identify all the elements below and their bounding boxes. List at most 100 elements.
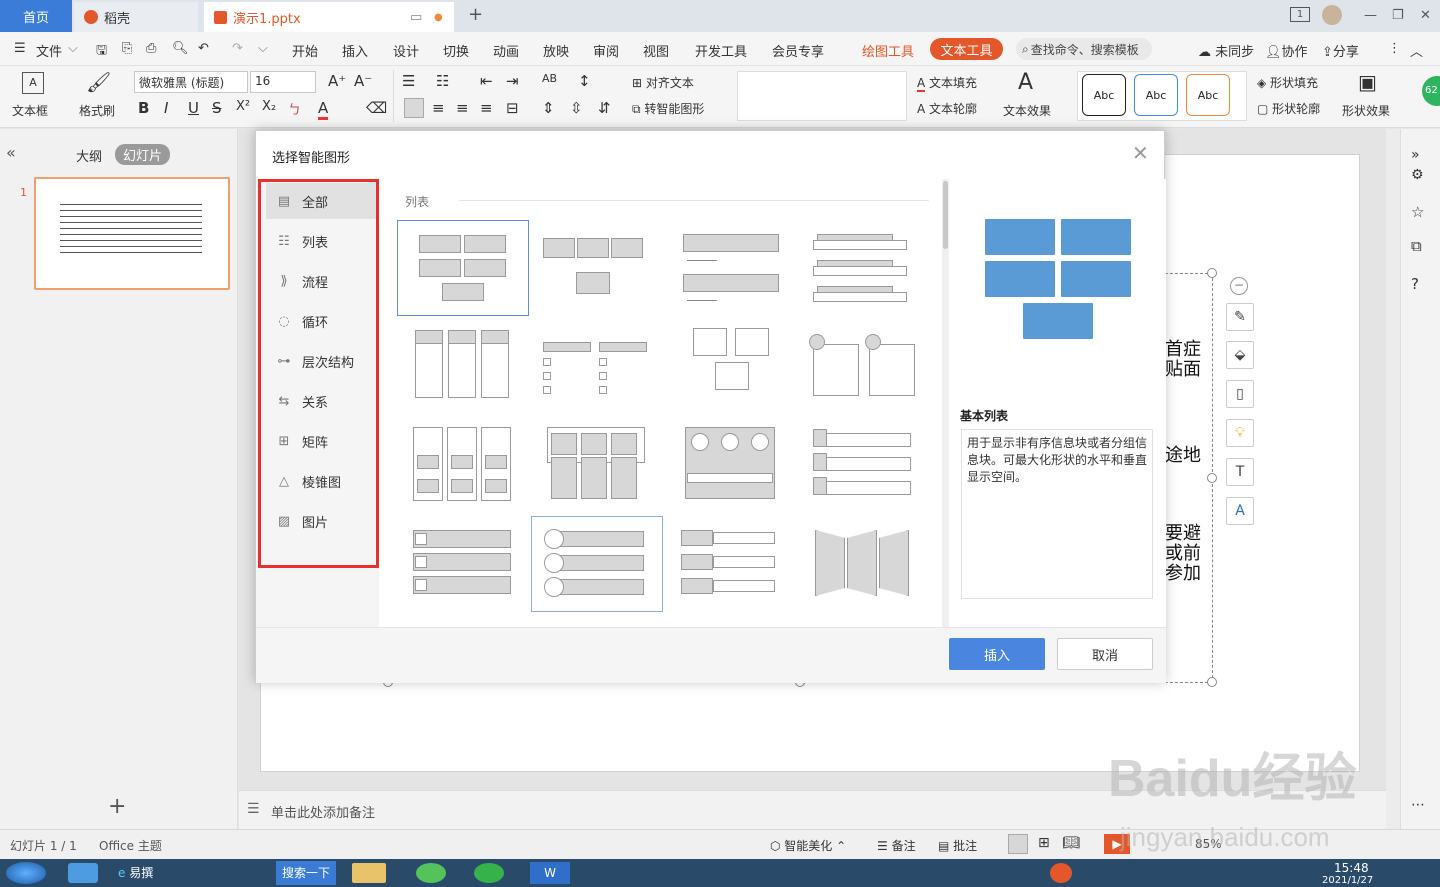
decrease-indent-icon[interactable]: ⇤: [480, 72, 493, 90]
align-right-icon[interactable]: ≡: [456, 99, 469, 117]
restore-icon[interactable]: ❐: [1392, 8, 1404, 23]
layout-basic-list[interactable]: [397, 220, 529, 316]
dialog-close-icon[interactable]: ✕: [1132, 141, 1149, 165]
layout-grouped-list[interactable]: [531, 322, 663, 418]
align-left-button[interactable]: [404, 98, 424, 118]
shape-effect-icon[interactable]: ▣: [1358, 70, 1377, 94]
minimize-icon[interactable]: —: [1364, 8, 1377, 23]
increase-indent-icon[interactable]: ⇥: [506, 72, 519, 90]
bullets-icon[interactable]: ☰: [402, 72, 415, 90]
font-color-icon[interactable]: A: [318, 99, 329, 120]
layout-stacked-list[interactable]: [799, 220, 931, 316]
menu-item-text-tools[interactable]: 文本工具: [930, 38, 1003, 60]
para-before-icon[interactable]: ⇳: [570, 99, 583, 117]
layout-vertical-bullet-list[interactable]: [665, 220, 797, 316]
shape-style-black[interactable]: Abc: [1082, 74, 1126, 116]
phonetic-icon[interactable]: ㄅ: [288, 99, 301, 118]
tab-outline[interactable]: 大纲: [76, 146, 102, 165]
vertical-scrollbar[interactable]: [1386, 129, 1400, 829]
layout-stacked-box-list[interactable]: [397, 419, 529, 515]
menu-item-developer[interactable]: 开发工具: [695, 41, 747, 60]
tab-home[interactable]: 首页: [0, 0, 72, 32]
para-spacing-icon[interactable]: ⇕: [542, 99, 555, 117]
help-icon[interactable]: ?: [1411, 275, 1419, 293]
collapse-icon[interactable]: »: [1411, 147, 1420, 163]
gallery-scrollbar[interactable]: [942, 179, 949, 627]
redo-icon[interactable]: ↷: [232, 41, 243, 56]
subscript-button[interactable]: X₂: [262, 99, 276, 114]
slides-icon[interactable]: ⧉: [1411, 237, 1422, 255]
font-size-select[interactable]: 16: [250, 71, 316, 93]
menu-item-start[interactable]: 开始: [292, 41, 318, 60]
more-chevron-icon[interactable]: ⌵: [258, 41, 268, 56]
taskbar-app-icon[interactable]: [68, 863, 98, 883]
undo-icon[interactable]: ↶: [198, 41, 209, 56]
command-search[interactable]: ⌕ 查找命令、搜索模板: [1016, 38, 1152, 60]
menu-file[interactable]: 文件: [36, 41, 62, 60]
menu-item-transition[interactable]: 切换: [443, 41, 469, 60]
avatar[interactable]: [1322, 5, 1342, 25]
window-count-badge[interactable]: 1: [1290, 7, 1310, 22]
preview-icon[interactable]: 🔍︎: [172, 41, 189, 56]
collapse-quicktools-icon[interactable]: −: [1230, 277, 1248, 295]
save-icon[interactable]: 🖫: [96, 41, 107, 63]
format-painter-button[interactable]: 格式刷: [79, 102, 115, 119]
chevron-down-icon[interactable]: ⌵: [68, 41, 78, 56]
layout-circle-tab-list[interactable]: [799, 322, 931, 418]
text-direction-icon[interactable]: AB: [542, 72, 557, 85]
insert-button[interactable]: 插入: [949, 638, 1045, 670]
grow-font-icon[interactable]: A⁺: [328, 72, 346, 90]
reading-view-icon[interactable]: 📖︎: [1062, 835, 1080, 851]
wechat-icon[interactable]: [474, 863, 504, 883]
layout-tab-list[interactable]: [799, 419, 931, 515]
slide-sorter-icon[interactable]: ⊞: [1038, 835, 1050, 851]
beautify-button[interactable]: ⬡ 智能美化 ⌃: [770, 837, 846, 854]
monitor-icon[interactable]: ▭: [410, 10, 422, 25]
shrink-font-icon[interactable]: A⁻: [354, 72, 372, 90]
layout-picture-caption-list[interactable]: [531, 220, 663, 316]
bold-button[interactable]: B: [138, 99, 149, 117]
print-icon[interactable]: ⎙: [146, 41, 156, 56]
superscript-button[interactable]: X²: [236, 99, 250, 114]
properties-icon[interactable]: ⚙︎: [1411, 167, 1424, 183]
text-outline-button[interactable]: A 文本轮廓: [917, 100, 977, 117]
layout-trapezoid-list[interactable]: [799, 516, 931, 612]
tab-slides[interactable]: 幻灯片: [115, 144, 171, 165]
start-button[interactable]: [6, 862, 46, 884]
para-after-icon[interactable]: ⇵: [598, 99, 611, 117]
taskbar-app-yizhuan[interactable]: e 易撰: [118, 861, 178, 885]
font-name-select[interactable]: 微软雅黑 (标题): [134, 71, 248, 93]
layout-label-detail-list[interactable]: [665, 516, 797, 612]
menu-item-view[interactable]: 视图: [643, 41, 669, 60]
collab-button[interactable]: 👤︎协作: [1265, 41, 1308, 60]
menu-item-slideshow[interactable]: 放映: [543, 41, 569, 60]
collapse-ribbon-icon[interactable]: ︿: [1410, 41, 1423, 60]
more-icon[interactable]: ⋮: [1388, 41, 1401, 56]
textbox-button[interactable]: 文本框: [12, 102, 48, 119]
menu-item-review[interactable]: 审阅: [593, 41, 619, 60]
menu-item-member[interactable]: 会员专享: [772, 41, 824, 60]
normal-view-button[interactable]: [1008, 834, 1028, 854]
shape-effect-button[interactable]: 形状效果: [1342, 102, 1390, 119]
layout-picture-grid[interactable]: [665, 322, 797, 418]
refresh-app-icon[interactable]: [416, 863, 446, 883]
shape-style-orange[interactable]: Abc: [1186, 74, 1230, 116]
ime-icon[interactable]: [1050, 863, 1072, 883]
collapse-panel-icon[interactable]: «: [6, 143, 16, 162]
textbox-icon[interactable]: A: [22, 72, 44, 94]
notes-toggle[interactable]: ☰ 备注: [877, 837, 916, 854]
export-icon[interactable]: ⎘: [122, 41, 132, 56]
shape-outline-button[interactable]: ▢ 形状轮廓: [1257, 100, 1320, 117]
shape-style-blue[interactable]: Abc: [1134, 74, 1178, 116]
format-painter-icon[interactable]: 🖌︎: [86, 70, 111, 94]
eraser-icon[interactable]: ⌫: [366, 99, 387, 117]
layout-arrow-circle-list[interactable]: [665, 419, 797, 515]
resize-handle[interactable]: [1207, 268, 1217, 278]
layout-circle-bar-list[interactable]: [531, 516, 663, 612]
text-effect-button[interactable]: 文本效果: [1003, 102, 1051, 119]
convert-smartart-button[interactable]: ⧉ 转智能图形: [632, 100, 704, 117]
underline-button[interactable]: U: [188, 99, 199, 117]
wps-taskbar-icon[interactable]: W: [530, 862, 570, 884]
align-center-icon[interactable]: ≡: [432, 99, 445, 117]
strikethrough-button[interactable]: S: [212, 99, 222, 117]
